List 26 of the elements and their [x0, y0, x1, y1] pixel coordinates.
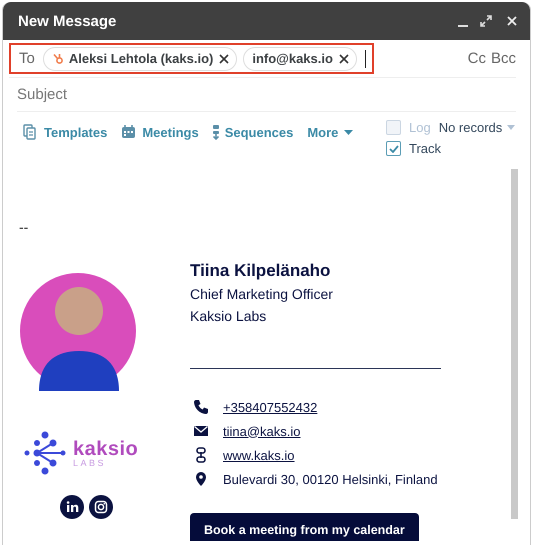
to-label: To	[19, 50, 35, 67]
signature-separator: --	[19, 219, 30, 235]
toolbar-button[interactable]: Templates	[23, 124, 108, 140]
toolbar-button[interactable]: Meetings	[121, 124, 199, 140]
signature-name: Tiina Kilpelänaho	[190, 261, 332, 281]
recipient-chip[interactable]: info@kaks.io	[243, 46, 357, 70]
recipient-name: info@kaks.io	[252, 51, 333, 66]
contact-link[interactable]: +358407552432	[223, 400, 318, 414]
recipient-name: Aleksi Lehtola (kaks.io)	[68, 51, 214, 66]
contact-text: Bulevardi 30, 00120 Helsinki, Finland	[223, 472, 438, 486]
cc-link[interactable]: Cc	[468, 50, 486, 67]
company-name: Kaksio Labs	[190, 308, 268, 324]
job-title: Chief Marketing Officer	[190, 286, 334, 302]
more-dropdown[interactable]: More	[307, 124, 354, 140]
logo-wordmark: kaksio	[73, 438, 138, 458]
contact-link[interactable]: tiina@kaks.io	[223, 424, 301, 438]
book-meeting-button[interactable]: Book a meeting from my calendar	[190, 513, 419, 541]
recipients-field[interactable]: To Aleksi Lehtola (kaks.io) info@kaks.io	[9, 43, 374, 74]
checkbox-label: Log	[409, 120, 431, 135]
logo-subtitle: LABS	[73, 458, 108, 468]
window-title: New Message	[18, 12, 118, 30]
toolbar-button[interactable]: Sequences	[212, 124, 294, 140]
checkbox-label: Track	[409, 141, 442, 156]
bcc-link[interactable]: Bcc	[490, 50, 516, 67]
contact-link[interactable]: www.kaks.io	[223, 448, 295, 462]
recipient-chip[interactable]: Aleksi Lehtola (kaks.io)	[42, 46, 238, 70]
